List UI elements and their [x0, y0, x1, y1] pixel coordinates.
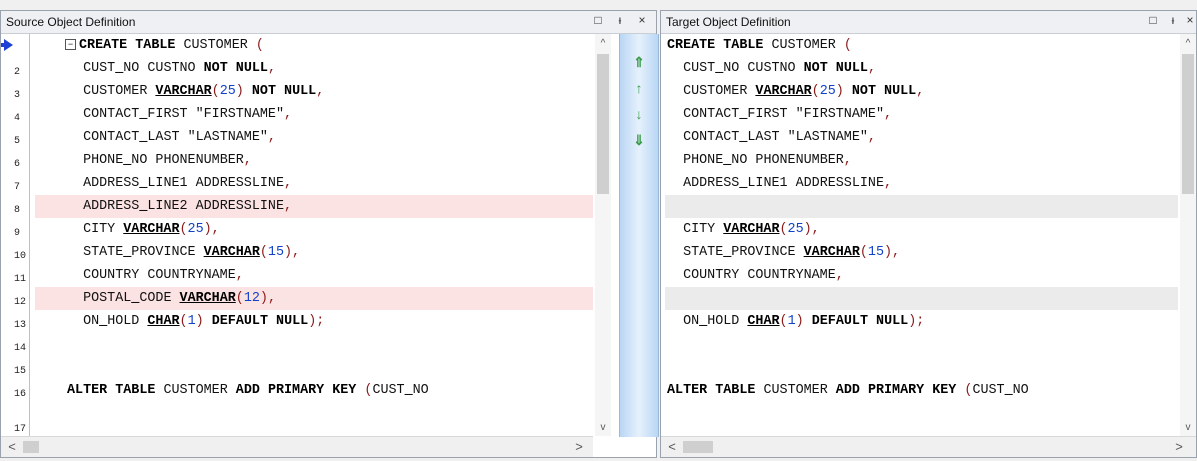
target-code-line[interactable]: STATE_PROVINCE VARCHAR(15), [665, 241, 1178, 264]
scroll-left-icon[interactable]: < [4, 439, 20, 455]
line-number [14, 38, 30, 61]
source-code-line[interactable]: STATE_PROVINCE VARCHAR(15), [35, 241, 593, 264]
line-number: 16 [14, 389, 27, 400]
line-number: 3 [14, 90, 21, 101]
target-code-line[interactable]: CUST_NO CUSTNO NOT NULL, [665, 57, 1178, 80]
source-panel: Source Object Definition □ ᵻ × 2 3 4 5 6 7 8 9 1… [0, 10, 659, 458]
target-code-line[interactable]: CONTACT_LAST "LASTNAME", [665, 126, 1178, 149]
source-code-line[interactable]: CUST_NO CUSTNO NOT NULL, [35, 57, 593, 80]
line-number: 10 [14, 251, 27, 262]
first-difference-icon[interactable]: ⇑ [631, 54, 647, 70]
target-code-line[interactable]: CREATE TABLE CUSTOMER ( [665, 34, 1178, 57]
target-hscroll-thumb[interactable] [683, 441, 713, 453]
target-code-line[interactable]: CITY VARCHAR(25), [665, 218, 1178, 241]
source-horizontal-scrollbar[interactable]: < > [1, 436, 593, 457]
target-code-line[interactable]: ALTER TABLE CUSTOMER ADD PRIMARY KEY (CU… [665, 379, 1178, 402]
scroll-down-icon[interactable]: v [1180, 420, 1196, 436]
line-number: 13 [14, 320, 27, 331]
source-code-line[interactable]: POSTAL_CODE VARCHAR(12), [35, 287, 593, 310]
source-panel-title: Source Object Definition [6, 15, 136, 29]
target-code-line[interactable]: ADDRESS_LINE1 ADDRESSLINE, [665, 172, 1178, 195]
line-number: 6 [14, 159, 21, 170]
collapse-icon[interactable]: − [65, 38, 76, 50]
source-code-line[interactable] [35, 333, 593, 356]
scroll-right-icon[interactable]: > [1171, 439, 1187, 455]
line-number: 9 [14, 228, 21, 239]
source-hscroll-thumb[interactable] [23, 441, 39, 453]
target-panel-title: Target Object Definition [666, 15, 791, 29]
source-code-line[interactable]: CITY VARCHAR(25), [35, 218, 593, 241]
target-code[interactable]: CREATE TABLE CUSTOMER ( CUST_NO CUSTNO N… [665, 34, 1178, 436]
scroll-up-icon[interactable]: ^ [1180, 36, 1196, 52]
pin-icon[interactable]: ᵻ [1166, 13, 1180, 29]
source-code-line[interactable]: COUNTRY COUNTRYNAME, [35, 264, 593, 287]
source-code-line[interactable]: PHONE_NO PHONENUMBER, [35, 149, 593, 172]
target-code-line[interactable]: PHONE_NO PHONENUMBER, [665, 149, 1178, 172]
line-number: 8 [14, 205, 21, 216]
target-placeholder-line[interactable] [665, 287, 1178, 310]
scroll-left-icon[interactable]: < [664, 439, 680, 455]
target-panel-titlebar: Target Object Definition □ ᵻ × [661, 11, 1196, 34]
maximize-icon[interactable]: □ [1146, 13, 1160, 29]
target-code-line[interactable] [665, 333, 1178, 356]
target-code-line[interactable]: CONTACT_FIRST "FIRSTNAME", [665, 103, 1178, 126]
target-editor[interactable]: CREATE TABLE CUSTOMER ( CUST_NO CUSTNO N… [661, 34, 1196, 457]
scroll-up-icon[interactable]: ^ [595, 36, 611, 52]
source-code-line[interactable]: ADDRESS_LINE2 ADDRESSLINE, [35, 195, 593, 218]
source-code-line[interactable] [35, 356, 593, 379]
line-number: 4 [14, 113, 21, 124]
line-number: 14 [14, 343, 27, 354]
close-icon[interactable]: × [635, 13, 649, 29]
target-code-line[interactable]: CUSTOMER VARCHAR(25) NOT NULL, [665, 80, 1178, 103]
source-code-line[interactable]: ON_HOLD CHAR(1) DEFAULT NULL); [35, 310, 593, 333]
source-vscroll-thumb[interactable] [597, 54, 609, 194]
target-placeholder-line[interactable] [665, 195, 1178, 218]
previous-difference-icon[interactable]: ↑ [631, 80, 647, 96]
last-difference-icon[interactable]: ⇓ [631, 132, 647, 148]
pin-icon[interactable]: ᵻ [613, 13, 627, 29]
line-number: 2 [14, 67, 21, 78]
scroll-down-icon[interactable]: v [595, 420, 611, 436]
line-number: 5 [14, 136, 21, 147]
source-code-line[interactable]: CUSTOMER VARCHAR(25) NOT NULL, [35, 80, 593, 103]
source-code-line[interactable]: CONTACT_FIRST "FIRSTNAME", [35, 103, 593, 126]
line-number: 7 [14, 182, 21, 193]
line-number: 15 [14, 366, 27, 377]
source-code[interactable]: − CREATE TABLE CUSTOMER ( CUST_NO CUSTNO … [35, 34, 593, 436]
source-vertical-scrollbar[interactable]: ^ v [595, 34, 611, 436]
line-number: 11 [14, 274, 27, 285]
source-code-line[interactable]: ALTER TABLE CUSTOMER ADD PRIMARY KEY (CU… [35, 379, 593, 402]
maximize-icon[interactable]: □ [591, 13, 605, 29]
source-editor[interactable]: 2 3 4 5 6 7 8 9 10 11 12 13 14 15 16 17 − CREATE TABLE C… [1, 34, 659, 457]
close-icon[interactable]: × [1183, 13, 1197, 29]
source-code-line[interactable]: − CREATE TABLE CUSTOMER ( [35, 34, 593, 57]
line-number: 17 [14, 424, 27, 435]
target-vertical-scrollbar[interactable]: ^ v [1180, 34, 1196, 436]
current-line-arrow-icon [4, 39, 13, 51]
target-code-line[interactable] [665, 356, 1178, 379]
source-code-line[interactable]: CONTACT_LAST "LASTNAME", [35, 126, 593, 149]
target-horizontal-scrollbar[interactable]: < > [661, 436, 1196, 457]
source-code-line[interactable]: ADDRESS_LINE1 ADDRESSLINE, [35, 172, 593, 195]
target-vscroll-thumb[interactable] [1182, 54, 1194, 194]
target-panel: Target Object Definition □ ᵻ × CREATE TA… [660, 10, 1197, 458]
scroll-right-icon[interactable]: > [571, 439, 587, 455]
line-number: 12 [14, 297, 27, 308]
source-gutter: 2 3 4 5 6 7 8 9 10 11 12 13 14 15 16 17 [1, 34, 30, 436]
source-panel-titlebar: Source Object Definition □ ᵻ × [1, 11, 656, 34]
target-code-line[interactable]: ON_HOLD CHAR(1) DEFAULT NULL); [665, 310, 1178, 333]
diff-navigation-bar: ⇑ ↑ ↓ ⇓ [619, 34, 659, 437]
next-difference-icon[interactable]: ↓ [631, 106, 647, 122]
target-code-line[interactable]: COUNTRY COUNTRYNAME, [665, 264, 1178, 287]
